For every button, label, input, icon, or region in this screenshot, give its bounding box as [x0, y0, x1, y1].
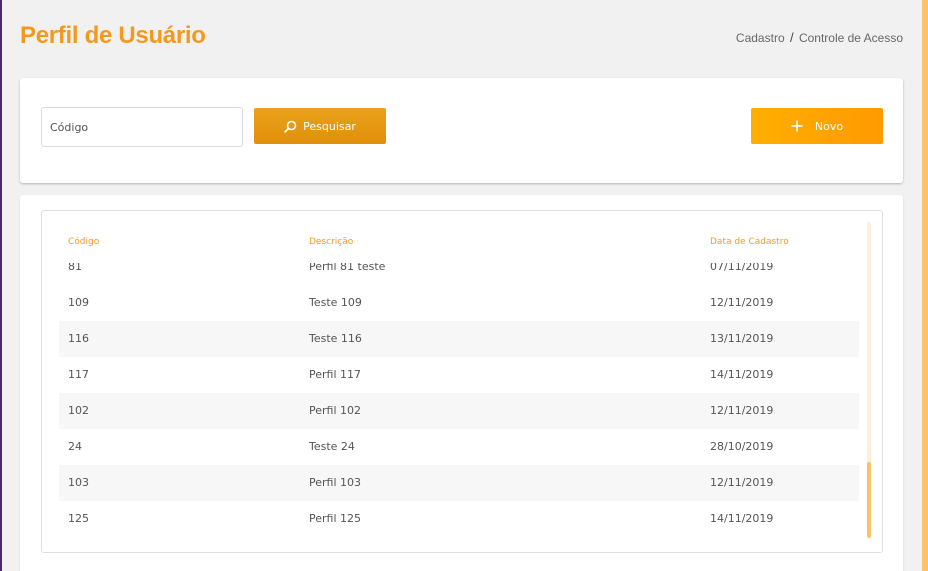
column-header-descricao[interactable]: Descrição — [309, 237, 353, 247]
cell-codigo: 109 — [68, 296, 89, 309]
table-row[interactable]: 103 Perfil 103 12/11/2019 — [59, 465, 859, 501]
cell-codigo: 103 — [68, 476, 89, 489]
new-button[interactable]: Novo — [751, 108, 883, 144]
cell-codigo: 125 — [68, 512, 89, 525]
table-row[interactable]: 24 Teste 24 28/10/2019 — [59, 429, 859, 465]
search-button[interactable]: Pesquisar — [254, 108, 386, 144]
results-table: Código Descrição Data de Cadastro 81 Per… — [41, 210, 883, 553]
table-row[interactable]: 109 Teste 109 12/11/2019 — [59, 285, 859, 321]
cell-descricao: Perfil 117 — [309, 368, 362, 381]
cell-data: 12/11/2019 — [710, 476, 774, 489]
table-scrollbar-thumb[interactable] — [867, 462, 871, 538]
cell-descricao: Perfil 103 — [309, 476, 362, 489]
column-header-codigo[interactable]: Código — [68, 237, 99, 247]
cell-data: 12/11/2019 — [710, 296, 774, 309]
table-header: Código Descrição Data de Cadastro — [59, 231, 859, 261]
breadcrumb-current: Controle de Acesso — [798, 31, 903, 45]
table-row[interactable]: 125 Perfil 125 14/11/2019 — [59, 501, 859, 537]
column-header-data-cadastro[interactable]: Data de Cadastro — [710, 237, 789, 247]
cell-data: 07/11/2019 — [710, 263, 774, 273]
new-button-label: Novo — [814, 119, 844, 133]
table-row[interactable]: 117 Perfil 117 14/11/2019 — [59, 357, 859, 393]
cell-codigo: 24 — [68, 440, 82, 453]
page-scrollbar[interactable] — [922, 0, 928, 571]
cell-descricao: Teste 116 — [309, 332, 362, 345]
table-row[interactable]: 81 Perfil 81 teste 07/11/2019 — [59, 263, 859, 285]
cell-data: 14/11/2019 — [710, 368, 774, 381]
search-card: Pesquisar Novo — [20, 78, 903, 183]
search-icon — [284, 120, 297, 133]
page-title: Perfil de Usuário — [20, 22, 206, 49]
breadcrumb-parent[interactable]: Cadastro — [736, 31, 785, 45]
table-row[interactable]: 116 Teste 116 13/11/2019 — [59, 321, 859, 357]
table-row[interactable]: 102 Perfil 102 12/11/2019 — [59, 393, 859, 429]
cell-data: 13/11/2019 — [710, 332, 774, 345]
cell-codigo: 117 — [68, 368, 89, 381]
cell-descricao: Teste 109 — [309, 296, 362, 309]
results-card: Código Descrição Data de Cadastro 81 Per… — [20, 195, 903, 571]
cell-data: 12/11/2019 — [710, 404, 774, 417]
table-scrollbar[interactable] — [867, 222, 871, 538]
table-body: 81 Perfil 81 teste 07/11/2019 109 Teste … — [59, 263, 859, 543]
cell-descricao: Perfil 81 teste — [309, 263, 386, 273]
search-button-label: Pesquisar — [303, 119, 356, 133]
cell-codigo: 81 — [68, 263, 82, 273]
window-left-edge — [0, 0, 2, 571]
cell-data: 14/11/2019 — [710, 512, 774, 525]
breadcrumb-separator: / — [789, 30, 794, 45]
cell-descricao: Teste 24 — [309, 440, 355, 453]
cell-codigo: 116 — [68, 332, 89, 345]
codigo-search-input[interactable] — [41, 107, 243, 147]
cell-descricao: Perfil 125 — [309, 512, 362, 525]
cell-data: 28/10/2019 — [710, 440, 774, 453]
cell-descricao: Perfil 102 — [309, 404, 362, 417]
breadcrumb: Cadastro / Controle de Acesso — [736, 30, 903, 45]
plus-icon — [791, 120, 803, 132]
cell-codigo: 102 — [68, 404, 89, 417]
